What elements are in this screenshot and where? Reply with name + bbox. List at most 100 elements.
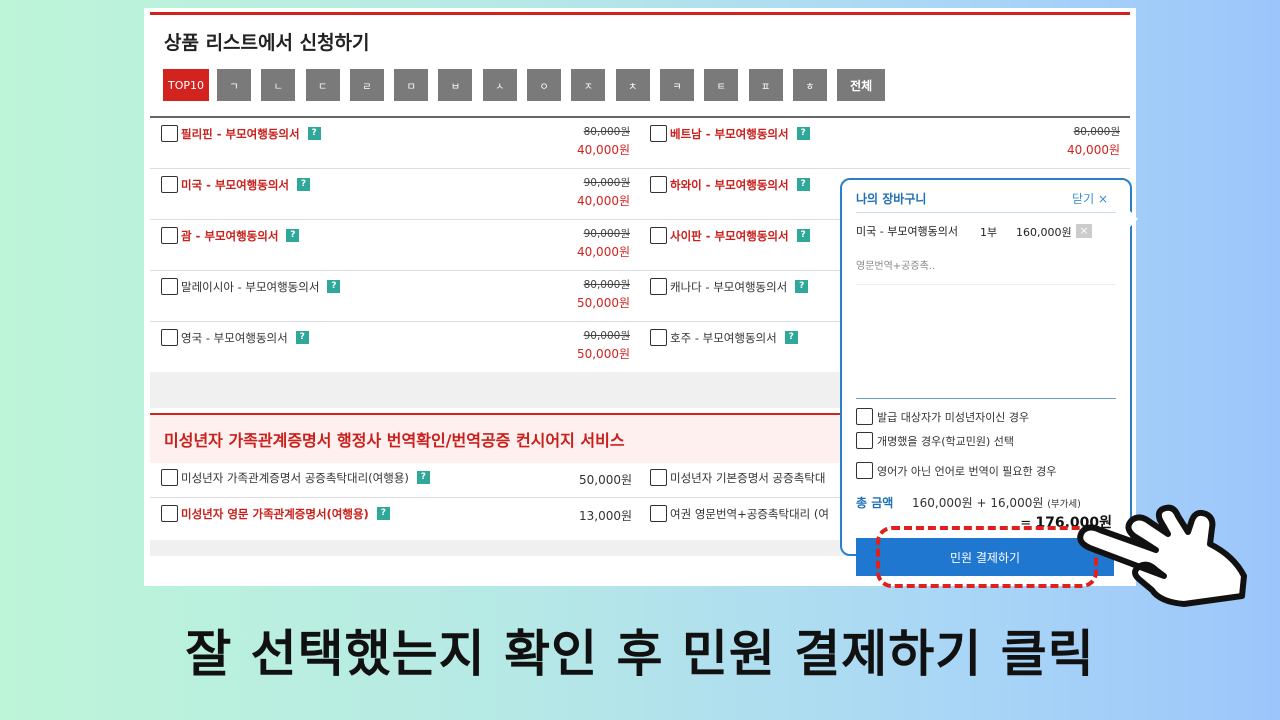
product-item[interactable]: 베트남 - 부모여행동의서 ? <box>650 125 810 142</box>
tab-rieul[interactable]: ㄹ <box>349 69 384 101</box>
tab-chieut[interactable]: ㅊ <box>615 69 650 101</box>
tab-nieun[interactable]: ㄴ <box>261 69 296 101</box>
index-tabs: TOP10 ㄱ ㄴ ㄷ ㄹ ㅁ ㅂ ㅅ ㅇ ㅈ ㅊ ㅋ ㅌ ㅍ ㅎ 전체 <box>163 69 895 101</box>
pointing-hand-icon <box>1077 504 1247 607</box>
tab-all[interactable]: 전체 <box>837 69 886 101</box>
tab-hieut[interactable]: ㅎ <box>792 69 827 101</box>
product-item[interactable]: 필리핀 - 부모여행동의서 ? <box>161 125 321 142</box>
tab-jieut[interactable]: ㅈ <box>571 69 606 101</box>
option-checkbox[interactable] <box>856 408 873 425</box>
tab-ieung[interactable]: ㅇ <box>527 69 562 101</box>
total-label: 총 금액 <box>856 496 894 510</box>
help-icon[interactable]: ? <box>297 178 310 191</box>
product-checkbox[interactable] <box>650 329 667 346</box>
service-checkbox[interactable] <box>161 505 178 522</box>
option-name-change[interactable]: 개명했을 경우(학교민원) 선택 <box>856 432 1014 449</box>
service-checkbox[interactable] <box>650 505 667 522</box>
product-checkbox[interactable] <box>161 125 178 142</box>
product-name[interactable]: 미국 - 부모여행동의서 <box>181 177 289 193</box>
product-price: 80,000원 50,000원 <box>560 277 630 311</box>
product-item[interactable]: 영국 - 부모여행동의서 ? <box>161 329 309 346</box>
product-name[interactable]: 캐나다 - 부모여행동의서 <box>670 279 787 295</box>
cart-item-price: 160,000원 <box>1016 226 1072 239</box>
service-name[interactable]: 미성년자 기본증명서 공증촉탁대 <box>670 470 825 486</box>
product-item[interactable]: 괌 - 부모여행동의서 ? <box>161 227 300 244</box>
product-checkbox[interactable] <box>161 278 178 295</box>
service-item[interactable]: 여권 영문번역+공증촉탁대리 (여 <box>650 505 829 522</box>
total-calc-values: 160,000원 + 16,000원 <box>912 496 1044 510</box>
service-item[interactable]: 미성년자 기본증명서 공증촉탁대 <box>650 469 825 486</box>
service-item[interactable]: 미성년자 가족관계증명서 공증촉탁대리(여행용) ? <box>161 469 430 486</box>
help-icon[interactable]: ? <box>784 331 798 344</box>
product-name[interactable]: 사이판 - 부모여행동의서 <box>670 228 789 244</box>
cart-pointer <box>1129 210 1138 228</box>
help-icon[interactable]: ? <box>376 507 390 520</box>
original-price: 80,000원 <box>583 279 630 291</box>
help-icon[interactable]: ? <box>416 471 430 484</box>
service-name[interactable]: 여권 영문번역+공증촉탁대리 (여 <box>670 506 829 522</box>
option-checkbox[interactable] <box>856 462 873 479</box>
service-checkbox[interactable] <box>161 469 178 486</box>
service-name[interactable]: 미성년자 영문 가족관계증명서(여행용) <box>181 506 369 522</box>
tab-top10[interactable]: TOP10 <box>163 69 209 101</box>
product-item[interactable]: 호주 - 부모여행동의서 ? <box>650 329 798 346</box>
service-item[interactable]: 미성년자 영문 가족관계증명서(여행용) ? <box>161 505 390 522</box>
product-checkbox[interactable] <box>650 278 667 295</box>
product-name[interactable]: 필리핀 - 부모여행동의서 <box>181 126 300 142</box>
help-icon[interactable]: ? <box>796 127 810 140</box>
service-name[interactable]: 미성년자 가족관계증명서 공증촉탁대리(여행용) <box>181 470 409 486</box>
help-icon[interactable]: ? <box>796 178 810 191</box>
product-price: 90,000원 40,000원 <box>560 226 630 260</box>
sale-price: 40,000원 <box>576 143 630 157</box>
service-checkbox[interactable] <box>650 469 667 486</box>
tab-kieuk[interactable]: ㅋ <box>659 69 694 101</box>
product-item[interactable]: 미국 - 부모여행동의서 ? <box>161 176 310 193</box>
option-label: 개명했을 경우(학교민원) 선택 <box>877 434 1015 448</box>
original-price: 80,000원 <box>583 126 630 138</box>
product-name[interactable]: 하와이 - 부모여행동의서 <box>670 177 789 193</box>
tab-digeut[interactable]: ㄷ <box>305 69 340 101</box>
help-icon[interactable]: ? <box>295 331 309 344</box>
cart-item-name: 미국 - 부모여행동의서 <box>856 225 959 238</box>
tab-bieup[interactable]: ㅂ <box>438 69 473 101</box>
product-price: 90,000원 50,000원 <box>560 328 630 362</box>
product-name[interactable]: 베트남 - 부모여행동의서 <box>670 126 789 142</box>
original-price: 90,000원 <box>583 330 630 342</box>
product-name[interactable]: 말레이시아 - 부모여행동의서 <box>181 279 319 295</box>
product-price: 90,000원 40,000원 <box>560 175 630 209</box>
product-checkbox[interactable] <box>161 176 178 193</box>
product-checkbox[interactable] <box>650 125 667 142</box>
tab-mieum[interactable]: ㅁ <box>394 69 429 101</box>
product-checkbox[interactable] <box>650 176 667 193</box>
tab-giyeok[interactable]: ㄱ <box>217 69 251 101</box>
product-name[interactable]: 괌 - 부모여행동의서 <box>181 228 278 244</box>
product-name[interactable]: 호주 - 부모여행동의서 <box>670 330 777 346</box>
help-icon[interactable]: ? <box>327 280 341 293</box>
sale-price: 40,000원 <box>576 194 630 208</box>
divider <box>856 398 1116 399</box>
sale-price: 40,000원 <box>576 245 630 259</box>
help-icon[interactable]: ? <box>795 280 809 293</box>
product-item[interactable]: 사이판 - 부모여행동의서 ? <box>650 227 810 244</box>
product-checkbox[interactable] <box>161 329 178 346</box>
product-item[interactable]: 말레이시아 - 부모여행동의서 ? <box>161 278 341 295</box>
tab-tieut[interactable]: ㅌ <box>704 69 739 101</box>
option-other-language[interactable]: 영어가 아닌 언어로 번역이 필요한 경우 <box>856 462 1056 479</box>
option-checkbox[interactable] <box>856 432 873 449</box>
divider <box>856 284 1116 285</box>
remove-item-icon[interactable]: × <box>1076 224 1092 238</box>
product-price: 80,000원 40,000원 <box>560 124 630 158</box>
product-item[interactable]: 하와이 - 부모여행동의서 ? <box>650 176 810 193</box>
section-title: 상품 리스트에서 신청하기 <box>164 32 370 54</box>
product-checkbox[interactable] <box>650 227 667 244</box>
cart-close-button[interactable]: 닫기 × <box>1072 190 1108 207</box>
product-item[interactable]: 캐나다 - 부모여행동의서 ? <box>650 278 809 295</box>
option-minor[interactable]: 발급 대상자가 미성년자이신 경우 <box>856 408 1029 425</box>
help-icon[interactable]: ? <box>796 229 810 242</box>
tab-pieup[interactable]: ㅍ <box>748 69 783 101</box>
help-icon[interactable]: ? <box>286 229 300 242</box>
product-name[interactable]: 영국 - 부모여행동의서 <box>181 330 288 346</box>
product-checkbox[interactable] <box>161 227 178 244</box>
tab-siot[interactable]: ㅅ <box>482 69 517 101</box>
help-icon[interactable]: ? <box>307 127 321 140</box>
